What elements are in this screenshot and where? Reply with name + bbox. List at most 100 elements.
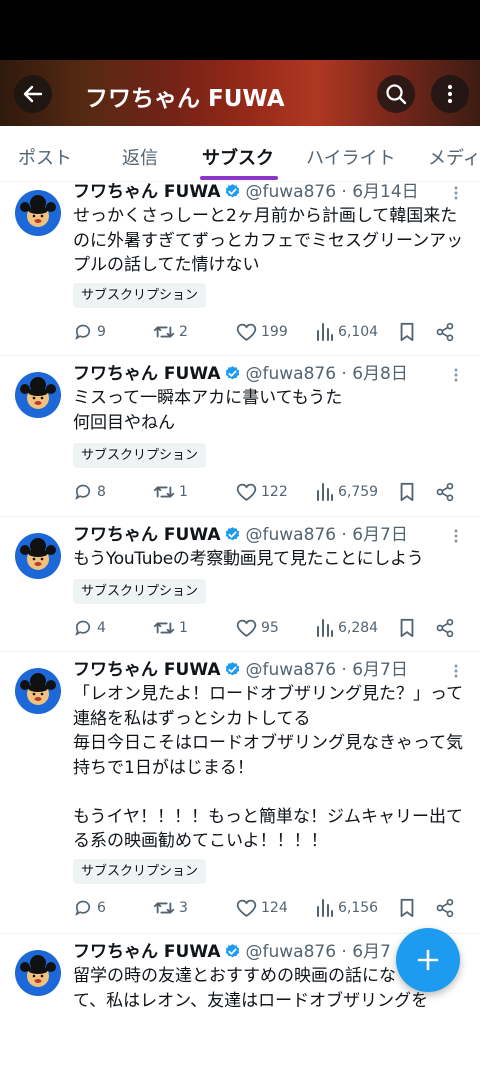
like-button[interactable]: 199: [236, 321, 288, 343]
handle[interactable]: @fuwa876: [245, 942, 336, 962]
display-name[interactable]: フワちゃん FUWA: [73, 660, 220, 680]
repost-count: 2: [179, 324, 188, 340]
bookmark-icon: [400, 898, 414, 918]
tweet-more-icon[interactable]: [448, 527, 464, 545]
bookmark-icon: [400, 482, 414, 502]
avatar[interactable]: [15, 668, 61, 714]
search-button[interactable]: [377, 75, 415, 113]
repost-count: 1: [179, 484, 188, 500]
repost-button[interactable]: 1: [153, 481, 188, 503]
share-button[interactable]: [435, 321, 459, 343]
reply-icon: [75, 324, 91, 340]
display-name[interactable]: フワちゃん FUWA: [73, 942, 220, 962]
repost-button[interactable]: 2: [153, 321, 188, 343]
bookmark-button[interactable]: [398, 321, 420, 343]
share-button[interactable]: [435, 617, 459, 639]
more-options-button[interactable]: [431, 75, 469, 113]
view-count: 6,759: [338, 484, 379, 500]
tweet-text: ミスって一瞬本アカに書いてもうた 何回目やねん: [73, 388, 343, 433]
avatar[interactable]: [15, 533, 61, 579]
verified-badge-icon: [226, 184, 240, 198]
view-count: 6,156: [338, 900, 379, 916]
repost-button[interactable]: 3: [153, 897, 188, 919]
reply-button[interactable]: 4: [73, 617, 106, 639]
tweet-actions: 4 1 95 6,284: [73, 617, 473, 639]
bookmark-button[interactable]: [398, 897, 420, 919]
avatar[interactable]: [15, 190, 61, 236]
verified-badge-icon: [226, 944, 240, 958]
avatar-image: [20, 673, 56, 705]
tab-posts[interactable]: ポスト: [18, 144, 72, 170]
repost-button[interactable]: 1: [153, 617, 188, 639]
avatar-image: [20, 377, 56, 409]
tweet[interactable]: フワちゃん FUWA @fuwa876 · 6月7日 もうYouTubeの考察動画…: [0, 525, 480, 652]
views-button[interactable]: 6,284: [316, 617, 378, 639]
display-name[interactable]: フワちゃん FUWA: [73, 182, 220, 202]
avatar[interactable]: [15, 372, 61, 418]
tweet-header: フワちゃん FUWA @fuwa876 · 6月7日: [73, 660, 408, 680]
arrow-left-icon: [23, 85, 43, 103]
tab-subscriptions[interactable]: サブスク: [202, 144, 274, 170]
tweet-header: フワちゃん FUWA @fuwa876 · 6月14日: [73, 182, 419, 202]
handle[interactable]: @fuwa876: [245, 182, 336, 202]
tweet[interactable]: フワちゃん FUWA @fuwa876 · 6月14日 せっかくさっしーと2ヶ月前…: [0, 182, 480, 356]
like-count: 124: [261, 900, 288, 916]
handle[interactable]: @fuwa876: [245, 525, 336, 545]
share-icon: [436, 898, 454, 918]
heart-icon: [236, 323, 257, 341]
reply-count: 8: [97, 484, 106, 500]
views-button[interactable]: 6,156: [316, 897, 378, 919]
tweet[interactable]: フワちゃん FUWA @fuwa876 · 6月8日 ミスって一瞬本アカに書いても…: [0, 364, 480, 517]
tweet-more-icon[interactable]: [448, 662, 464, 680]
reply-button[interactable]: 8: [73, 481, 106, 503]
timestamp[interactable]: 6月14日: [352, 182, 418, 202]
share-button[interactable]: [435, 897, 459, 919]
view-count: 6,284: [338, 620, 379, 636]
status-bar: [0, 0, 480, 60]
subscription-badge: サブスクリプション: [73, 283, 207, 308]
tweet-text: もうYouTubeの考察動画見て見たことにしよう: [73, 549, 424, 569]
reply-button[interactable]: 9: [73, 321, 106, 343]
compose-button[interactable]: [396, 928, 460, 992]
tweet-more-icon[interactable]: [448, 184, 464, 202]
repost-icon: [154, 902, 174, 914]
tab-highlights[interactable]: ハイライト: [306, 144, 396, 170]
handle[interactable]: @fuwa876: [245, 660, 336, 680]
share-icon: [436, 618, 454, 638]
active-tab-indicator: [200, 176, 278, 180]
views-button[interactable]: 6,759: [316, 481, 378, 503]
like-button[interactable]: 122: [236, 481, 288, 503]
bookmark-button[interactable]: [398, 617, 420, 639]
views-icon: [317, 483, 333, 501]
timestamp[interactable]: 6月7日: [352, 660, 408, 680]
views-button[interactable]: 6,104: [316, 321, 378, 343]
back-button[interactable]: [14, 75, 52, 113]
bookmark-button[interactable]: [398, 481, 420, 503]
heart-icon: [236, 899, 257, 917]
display-name[interactable]: フワちゃん FUWA: [73, 364, 220, 384]
like-button[interactable]: 124: [236, 897, 288, 919]
views-icon: [317, 899, 333, 917]
verified-badge-icon: [226, 366, 240, 380]
display-name[interactable]: フワちゃん FUWA: [73, 525, 220, 545]
timestamp[interactable]: 6月7: [352, 942, 391, 962]
avatar[interactable]: [15, 950, 61, 996]
timestamp[interactable]: 6月8日: [352, 364, 408, 384]
tweet[interactable]: フワちゃん FUWA @fuwa876 · 6月7日 「レオン見たよ！ロードオブザ…: [0, 660, 480, 934]
subscription-badge: サブスクリプション: [73, 443, 207, 468]
tweet-actions: 8 1 122 6,759: [73, 481, 473, 503]
profile-header: フワちゃん FUWA: [0, 60, 480, 126]
tab-replies[interactable]: 返信: [122, 144, 158, 170]
repost-count: 1: [179, 620, 188, 636]
reply-button[interactable]: 6: [73, 897, 106, 919]
separator-dot: ·: [336, 364, 353, 384]
share-button[interactable]: [435, 481, 459, 503]
separator-dot: ·: [336, 942, 353, 962]
tab-media[interactable]: メディ: [428, 144, 480, 170]
timestamp[interactable]: 6月7日: [352, 525, 408, 545]
repost-icon: [154, 622, 174, 634]
like-button[interactable]: 95: [236, 617, 279, 639]
handle[interactable]: @fuwa876: [245, 364, 336, 384]
repost-icon: [154, 326, 174, 338]
tweet-more-icon[interactable]: [448, 366, 464, 384]
